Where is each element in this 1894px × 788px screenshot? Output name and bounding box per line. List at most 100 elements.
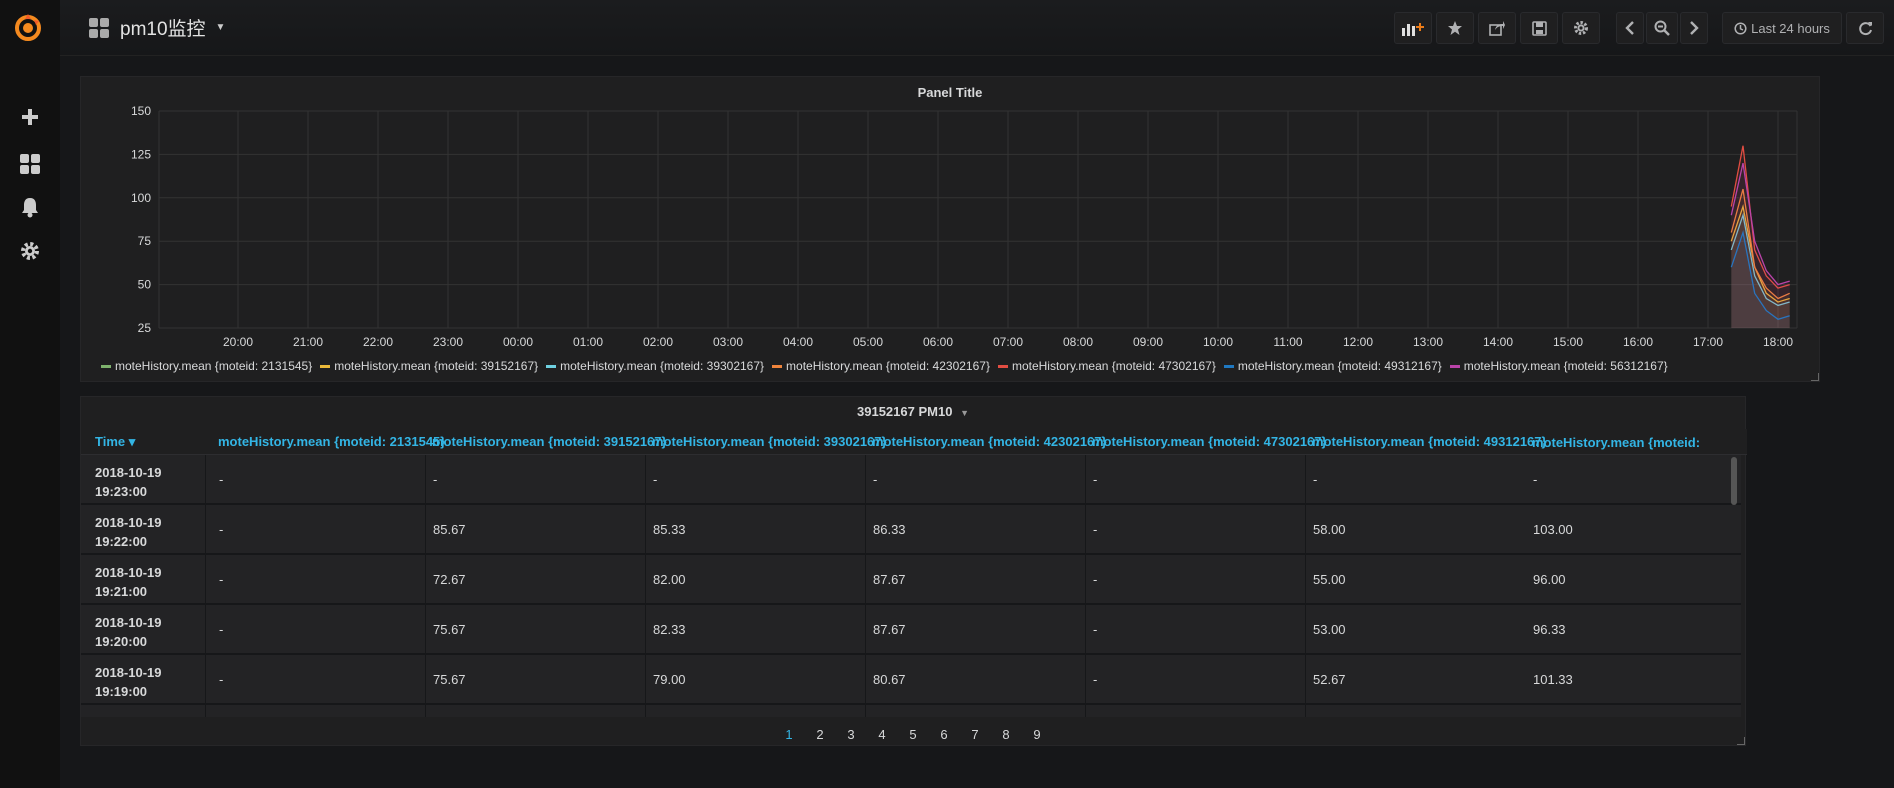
time-back-button[interactable] [1616,12,1644,44]
bell-icon[interactable] [16,193,44,221]
graph-legend: moteHistory.mean {moteid: 2131545} moteHi… [101,359,1668,373]
legend-label: moteHistory.mean {moteid: 49312167} [1237,359,1442,373]
share-button[interactable] [1478,12,1516,44]
x-tick-label: 09:00 [1133,335,1163,347]
page-link[interactable]: 4 [867,727,898,742]
value-cell: 82.00 [653,572,686,587]
table-panel-title[interactable]: 39152167 PM10 ▼ [81,404,1745,419]
refresh-button[interactable] [1846,12,1884,44]
legend-item[interactable]: moteHistory.mean {moteid: 39152167} [320,359,538,373]
x-tick-label: 11:00 [1273,335,1302,347]
column-separator [425,705,426,717]
column-separator [205,455,206,505]
legend-swatch [101,364,111,368]
value-cell: - [219,522,224,537]
y-tick-label: 150 [131,104,151,118]
settings-button[interactable] [1562,12,1600,44]
value-cell: - [873,472,878,487]
column-separator [425,455,426,505]
resize-handle[interactable] [1737,737,1745,745]
dashboard-picker[interactable]: pm10监控 ▼ [88,14,225,41]
value-cell: - [219,572,224,587]
legend-item[interactable]: moteHistory.mean {moteid: 2131545} [101,359,312,373]
series-area [1731,163,1790,328]
save-button[interactable] [1520,12,1558,44]
column-header-time[interactable]: Time ▾ [95,434,135,450]
star-button[interactable] [1436,12,1474,44]
plus-icon[interactable] [16,103,44,131]
add-panel-button[interactable] [1394,12,1432,44]
add-panel-icon [1402,23,1424,36]
legend-label: moteHistory.mean {moteid: 39152167} [334,359,539,373]
table-header: Time ▾ moteHistory.mean {moteid: 2131545}… [81,429,1747,469]
value-cell: - [219,672,224,687]
value-cell: 101.33 [1533,672,1573,687]
legend-item[interactable]: moteHistory.mean {moteid: 49312167} [1223,359,1442,373]
legend-label: moteHistory.mean {moteid: 47302167} [1011,359,1216,373]
legend-item[interactable]: moteHistory.mean {moteid: 56312167} [1449,359,1668,373]
time-forward-button[interactable] [1680,12,1708,44]
value-cell: 87.67 [873,622,906,637]
value-cell: 86.33 [873,522,906,537]
column-separator [1305,455,1306,505]
time-cell-time: 19:19:00 [95,684,148,699]
value-cell: - [653,472,658,487]
column-separator [865,655,866,705]
page-link[interactable]: 2 [805,727,836,742]
legend-item[interactable]: moteHistory.mean {moteid: 47302167} [997,359,1216,373]
x-tick-label: 15:00 [1553,335,1583,347]
page-link[interactable]: 7 [960,727,991,742]
column-header[interactable]: moteHistory.mean {moteid: 49312167} [1312,434,1547,449]
column-separator [865,505,866,555]
time-cell: 2018-10-19 19:22:00 [95,513,162,551]
table-scrollbar[interactable] [1731,457,1737,505]
grafana-logo-icon[interactable] [12,12,44,44]
page-link[interactable]: 9 [1022,727,1053,742]
value-cell: - [1093,472,1098,487]
column-header[interactable]: moteHistory.mean {moteid: 2131545} [218,434,445,449]
column-header[interactable]: moteHistory.mean {moteid: 47302167} [1092,434,1327,449]
column-header[interactable]: moteHistory.mean {moteid: 42302167} [872,434,1107,449]
dashboards-icon [89,17,109,38]
page-link[interactable]: 5 [898,727,929,742]
page-link[interactable]: 1 [774,727,805,742]
x-tick-label: 07:00 [993,335,1023,347]
dashboards-icon[interactable] [16,150,44,178]
time-cell: 2018-10-19 19:23:00 [95,463,162,501]
zoom-out-button[interactable] [1646,12,1678,44]
column-separator [645,555,646,605]
page-link[interactable]: 3 [836,727,867,742]
page-link[interactable]: 6 [929,727,960,742]
gear-icon[interactable] [16,237,44,265]
time-cell-date: 2018-10-19 [95,713,162,717]
column-separator [645,605,646,655]
x-tick-label: 21:00 [293,335,323,347]
column-header[interactable]: moteHistory.mean {moteid: 39302167} [652,434,887,449]
share-icon [1489,21,1505,36]
x-tick-label: 02:00 [643,335,673,347]
legend-swatch [772,364,783,368]
caret-down-icon: ▼ [215,22,226,33]
line-chart[interactable]: 150 125 100 75 50 25 20:00 21:00 22:00 23:00 00:00… [81,77,1821,347]
resize-handle[interactable] [1811,373,1819,381]
legend-item[interactable]: moteHistory.mean {moteid: 39302167} [546,359,764,373]
x-tick-label: 05:00 [853,335,883,347]
value-cell: 79.00 [653,672,686,687]
x-tick-label: 04:00 [783,335,813,347]
column-header[interactable]: moteHistory.mean {moteid: 39152167} [432,434,667,449]
x-tick-label: 23:00 [433,335,463,347]
time-picker-button[interactable]: Last 24 hours [1722,12,1842,44]
table-panel-title-text: 39152167 PM10 [857,404,953,419]
column-separator [865,555,866,605]
column-separator [865,455,866,505]
clock-icon [1734,21,1747,35]
x-tick-label: 13:00 [1413,335,1443,347]
legend-item[interactable]: moteHistory.mean {moteid: 42302167} [772,359,990,373]
time-cell-time: 19:20:00 [95,634,148,649]
value-cell: - [1093,522,1098,537]
column-separator [865,705,866,717]
x-tick-label: 17:00 [1693,335,1723,347]
value-cell: 58.00 [1313,522,1346,537]
column-separator [425,555,426,605]
page-link[interactable]: 8 [991,727,1022,742]
